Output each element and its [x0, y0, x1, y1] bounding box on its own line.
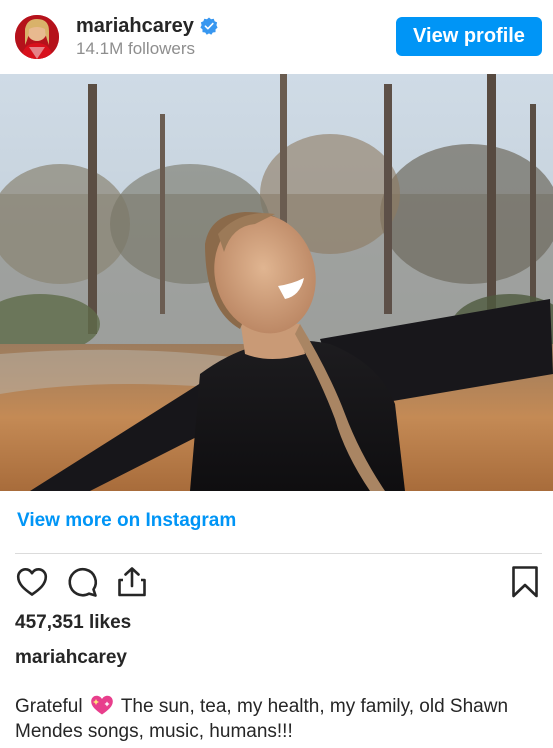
- username-row: mariahcarey: [76, 13, 218, 39]
- divider: [15, 553, 542, 554]
- username[interactable]: mariahcarey: [76, 15, 194, 38]
- post-header: mariahcarey 14.1M followers View profile: [0, 0, 553, 74]
- save-button[interactable]: [508, 565, 542, 599]
- view-profile-button[interactable]: View profile: [396, 17, 542, 56]
- follower-count: 14.1M followers: [76, 39, 196, 58]
- sparkling-heart-emoji: [90, 694, 114, 716]
- caption: Grateful The sun, tea, my health, my fam…: [15, 694, 540, 744]
- caption-username[interactable]: mariahcarey: [15, 647, 127, 669]
- comment-icon: [68, 567, 98, 597]
- caption-text-start: Grateful: [15, 696, 83, 717]
- bookmark-icon: [512, 566, 538, 598]
- share-icon: [118, 567, 146, 597]
- avatar[interactable]: [15, 15, 59, 59]
- heart-icon: [16, 568, 48, 596]
- post-photo[interactable]: [0, 74, 553, 491]
- verified-badge-icon: [200, 17, 218, 35]
- view-more-on-instagram-link[interactable]: View more on Instagram: [17, 510, 236, 532]
- like-count[interactable]: 457,351 likes: [15, 612, 131, 634]
- share-button[interactable]: [115, 565, 149, 599]
- like-button[interactable]: [15, 565, 49, 599]
- comment-button[interactable]: [65, 565, 99, 599]
- instagram-embed: mariahcarey 14.1M followers View profile: [0, 0, 553, 748]
